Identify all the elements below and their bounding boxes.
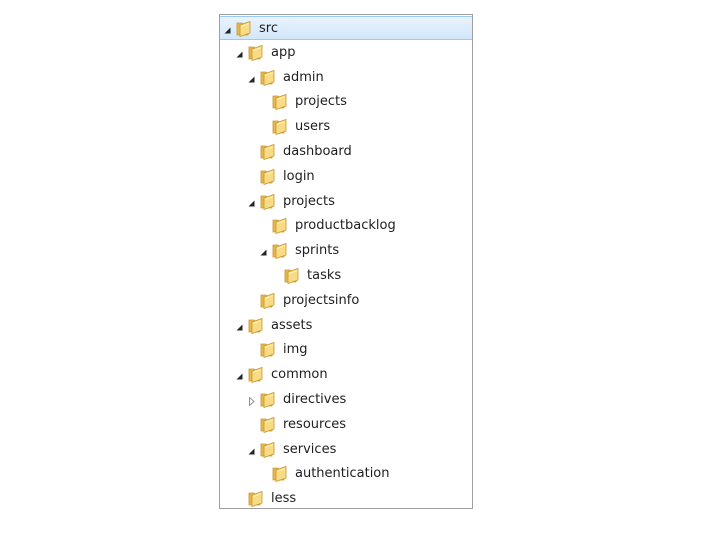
tree-item[interactable]: tasks bbox=[220, 264, 472, 288]
folder-icon bbox=[260, 416, 278, 433]
folder-icon bbox=[260, 292, 278, 309]
expanded-triangle-icon[interactable] bbox=[235, 370, 244, 380]
folder-icon bbox=[260, 168, 278, 185]
folder-icon bbox=[284, 267, 302, 285]
folder-icon bbox=[236, 20, 254, 38]
tree-item-label: dashboard bbox=[283, 144, 352, 159]
folder-icon bbox=[260, 193, 278, 210]
tree-item-label: projects bbox=[283, 193, 335, 209]
tree-item[interactable]: projects bbox=[220, 90, 472, 114]
tree-item-label: tasks bbox=[307, 268, 342, 283]
tree-item[interactable]: common bbox=[220, 363, 472, 387]
tree-item-label: assets bbox=[271, 317, 313, 333]
tree-item-label: src bbox=[259, 21, 278, 36]
tree-item[interactable]: app bbox=[220, 41, 472, 65]
tree-item[interactable]: users bbox=[220, 115, 472, 139]
folder-icon bbox=[260, 143, 278, 161]
tree-item[interactable]: assets bbox=[220, 314, 472, 338]
folder-tree[interactable]: src app admin projects users dashboard login pr… bbox=[219, 14, 473, 509]
tree-item[interactable]: productbacklog bbox=[220, 214, 472, 238]
tree-item-label: directives bbox=[283, 392, 347, 407]
tree-item[interactable]: directives bbox=[220, 388, 472, 412]
tree-item-label: admin bbox=[283, 69, 324, 85]
tree-item[interactable]: admin bbox=[220, 66, 472, 90]
folder-icon bbox=[272, 465, 290, 483]
folder-icon bbox=[248, 44, 266, 61]
expanded-triangle-icon[interactable] bbox=[259, 246, 268, 256]
expanded-triangle-icon[interactable] bbox=[247, 445, 256, 455]
tree-item[interactable]: src bbox=[220, 16, 472, 40]
expanded-triangle-icon[interactable] bbox=[223, 24, 232, 34]
tree-item-label: less bbox=[271, 491, 297, 507]
folder-icon bbox=[260, 391, 278, 409]
folder-icon bbox=[272, 118, 290, 136]
tree-item[interactable]: less bbox=[220, 487, 472, 511]
tree-item-label: app bbox=[271, 44, 296, 60]
tree-item[interactable]: resources bbox=[220, 413, 472, 437]
tree-item[interactable]: img bbox=[220, 338, 472, 362]
tree-item[interactable]: authentication bbox=[220, 462, 472, 486]
tree-item-label: projectsinfo bbox=[283, 292, 360, 308]
tree-item-label: common bbox=[271, 367, 328, 383]
expanded-triangle-icon[interactable] bbox=[247, 73, 256, 83]
expanded-triangle-icon[interactable] bbox=[235, 321, 244, 331]
folder-icon bbox=[248, 317, 266, 334]
tree-item[interactable]: services bbox=[220, 438, 472, 462]
tree-item[interactable]: dashboard bbox=[220, 140, 472, 164]
tree-item[interactable]: projectsinfo bbox=[220, 289, 472, 313]
folder-icon bbox=[260, 441, 278, 458]
tree-item-label: services bbox=[283, 441, 337, 457]
collapsed-triangle-icon[interactable] bbox=[247, 395, 256, 407]
tree-item[interactable]: login bbox=[220, 165, 472, 189]
folder-icon bbox=[248, 366, 266, 384]
folder-icon bbox=[260, 341, 278, 359]
tree-item-label: authentication bbox=[295, 466, 390, 482]
folder-icon bbox=[272, 93, 290, 111]
tree-item-label: users bbox=[295, 119, 331, 135]
tree-item[interactable]: projects bbox=[220, 190, 472, 214]
folder-icon bbox=[260, 69, 278, 86]
tree-item-label: productbacklog bbox=[295, 218, 396, 234]
folder-icon bbox=[272, 242, 290, 260]
expanded-triangle-icon[interactable] bbox=[247, 197, 256, 207]
tree-item-label: projects bbox=[295, 94, 347, 110]
tree-item-label: sprints bbox=[295, 243, 340, 259]
expanded-triangle-icon[interactable] bbox=[235, 48, 244, 58]
tree-item[interactable]: sprints bbox=[220, 239, 472, 263]
tree-item-label: resources bbox=[283, 416, 347, 432]
tree-item-label: login bbox=[283, 168, 315, 184]
folder-icon bbox=[248, 490, 266, 508]
tree-item-label: img bbox=[283, 342, 308, 358]
folder-icon bbox=[272, 217, 290, 235]
